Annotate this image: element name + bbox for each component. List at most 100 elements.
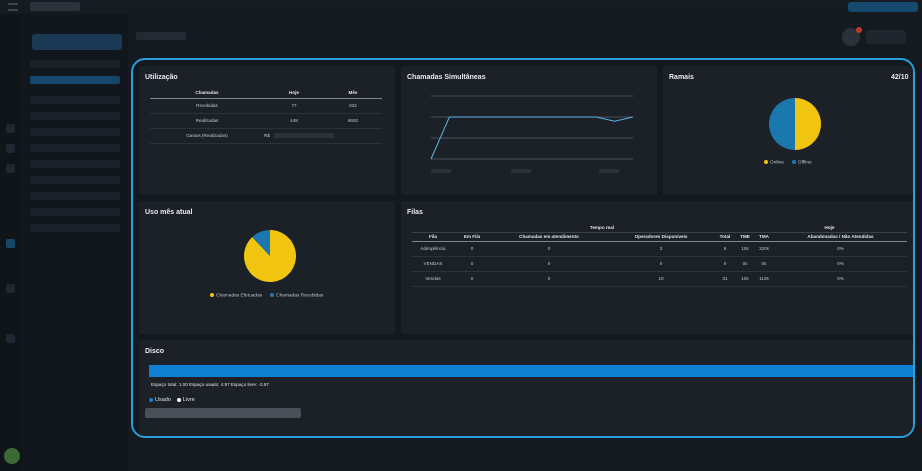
table-row: Gastos (Realizadas) R$ <box>150 128 382 144</box>
cell-em-fila: 0 <box>454 241 490 257</box>
disk-legend: Usado Livre <box>149 397 195 403</box>
col-mes: Mês <box>324 88 382 99</box>
dashboard-highlight-frame: Utilização Chamadas Hoje Mês Recebidas 7… <box>131 58 915 438</box>
rail-icon[interactable] <box>6 284 15 293</box>
rail-icon[interactable] <box>6 334 15 343</box>
sidebar-item[interactable] <box>30 208 120 216</box>
logo <box>32 34 122 50</box>
cell-tma: 113s <box>754 271 774 287</box>
card-disco: Disco <box>139 340 913 436</box>
table-row: Realizadas 448 6692 <box>150 113 382 129</box>
top-action-button[interactable] <box>848 2 918 12</box>
cell-tme: 10s <box>736 271 754 287</box>
disk-info: Espaço total: 1.00 Espaço usado: 4.97 Es… <box>151 382 269 387</box>
card-uso-mes-atual: Uso mês atual Chamadas Efetuadas Chamada… <box>139 201 395 334</box>
legend-item-efetuadas[interactable]: Chamadas Efetuadas <box>210 293 262 298</box>
cell-fila: Vendas <box>412 271 454 287</box>
card-filas: Filas Tempo real Hoje Fila Em Fila Chama… <box>401 201 913 334</box>
ramais-pie-chart <box>769 98 821 150</box>
legend-dot <box>764 160 768 164</box>
card-title: Filas <box>407 209 423 216</box>
rail-icon-active[interactable] <box>6 239 15 248</box>
col-operadores: Operadores Disponíveis <box>608 232 714 242</box>
sidebar-item[interactable] <box>30 96 120 104</box>
cell-em-fila: 0 <box>454 256 490 272</box>
sidebar-item[interactable] <box>30 128 120 136</box>
col-chamadas: Chamadas <box>150 88 264 99</box>
row-label: Realizadas <box>150 113 264 129</box>
table-row: Vendas 0 0 10 31 10s 113s 0% <box>412 271 907 287</box>
cell-tma: 320s <box>754 241 774 257</box>
card-chamadas-simultaneas: Chamadas Simultâneas <box>401 66 657 195</box>
row-label: Gastos (Realizadas) <box>150 128 264 144</box>
cell-abandonadas: 0% <box>774 271 907 287</box>
cell-fila: VENDAS <box>412 256 454 272</box>
col-abandonadas: Abandonadas / Não Atendidas <box>774 232 907 242</box>
sidebar-item[interactable] <box>30 160 120 168</box>
avatar[interactable] <box>842 27 862 46</box>
legend-label: Chamadas Efetuadas <box>216 293 263 299</box>
legend-dot <box>270 293 275 297</box>
disk-free-bar <box>145 408 301 418</box>
currency-label: R$ <box>264 132 270 138</box>
col-hoje: Hoje <box>264 88 324 99</box>
cell-fila: Adimplência <box>412 241 454 257</box>
group-hoje: Hoje <box>714 223 907 233</box>
legend-dot <box>149 397 153 402</box>
legend-label: Chamadas Recebidas <box>276 293 324 299</box>
legend-item-offline[interactable]: Offline <box>791 160 812 166</box>
sidebar-item[interactable] <box>30 60 120 68</box>
row-gastos-value: R$ <box>264 128 382 144</box>
card-title: Utilização <box>145 74 178 81</box>
menu-icon[interactable] <box>8 3 18 11</box>
legend-label: Online <box>770 160 784 166</box>
uso-mes-pie-chart <box>244 230 297 282</box>
row-label: Recebidas <box>150 98 264 114</box>
sidebar-item[interactable] <box>30 176 120 184</box>
legend-label: Livre <box>182 397 195 403</box>
legend-item-online[interactable]: Online <box>764 160 784 165</box>
cell-operadores: 3 <box>608 241 714 257</box>
cell-tme: 0s <box>736 256 754 272</box>
disk-usage-bar <box>149 365 913 377</box>
legend-dot <box>176 397 181 402</box>
table-row: Adimplência 0 0 3 8 10s 320s 0% <box>412 241 907 257</box>
sidebar-item[interactable] <box>30 224 120 232</box>
sidebar-item[interactable] <box>30 112 120 120</box>
filas-table: Tempo real Hoje Fila Em Fila Chamadas em… <box>412 223 907 287</box>
pie-slice-online <box>795 98 821 150</box>
group-tempo-real: Tempo real <box>412 223 714 233</box>
sidebar-item-active[interactable] <box>30 76 120 84</box>
rail-icon[interactable] <box>6 164 15 173</box>
legend-label: Offline <box>797 160 812 166</box>
user-menu[interactable] <box>866 30 906 44</box>
card-ramais: Ramais 42/10 Online Offline <box>663 66 913 195</box>
utilizacao-table: Chamadas Hoje Mês Recebidas 77 932 Reali… <box>150 88 382 144</box>
legend-item-usado[interactable]: Usado <box>149 397 171 403</box>
col-fila: Fila <box>412 232 454 242</box>
icon-rail <box>0 14 22 471</box>
sidebar-item[interactable] <box>30 144 120 152</box>
legend-item-recebidas[interactable]: Chamadas Recebidas <box>270 293 323 298</box>
legend-item-livre[interactable]: Livre <box>176 397 195 403</box>
row-hoje: 448 <box>264 113 324 129</box>
app-title <box>30 2 80 11</box>
row-hoje: 77 <box>264 98 324 114</box>
breadcrumb <box>136 32 186 40</box>
cell-tme: 10s <box>736 241 754 257</box>
line-chart <box>430 95 634 173</box>
rail-icon[interactable] <box>6 124 15 133</box>
cell-abandonadas: 0% <box>774 241 907 257</box>
col-total: Total <box>714 232 736 242</box>
uso-mes-legend: Chamadas Efetuadas Chamadas Recebidas <box>210 293 323 298</box>
help-icon[interactable] <box>4 448 20 464</box>
col-em-atendimento: Chamadas em atendimento <box>490 232 608 242</box>
cell-tma: 0s <box>754 256 774 272</box>
cell-total: 31 <box>714 271 736 287</box>
top-bar <box>0 0 922 14</box>
legend-dot <box>791 160 796 164</box>
rail-icon[interactable] <box>6 144 15 153</box>
cell-em-atendimento: 0 <box>490 241 608 257</box>
sidebar-item[interactable] <box>30 192 120 200</box>
cell-operadores: 0 <box>608 256 714 272</box>
